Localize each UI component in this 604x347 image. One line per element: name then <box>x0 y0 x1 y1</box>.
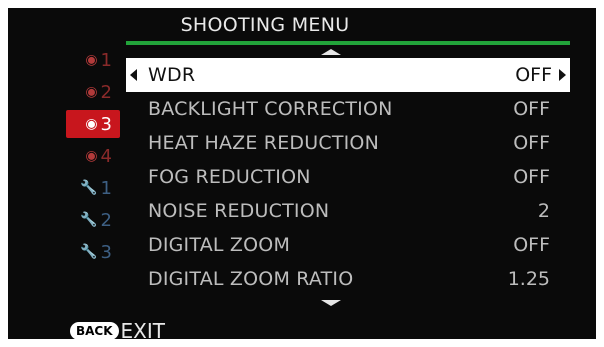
tab-number: 2 <box>100 81 112 103</box>
camera-icon: ◉ <box>85 148 98 164</box>
menu-item-backlight-correction[interactable]: BACKLIGHT CORRECTION OFF <box>126 92 570 126</box>
menu-item-label: NOISE REDUCTION <box>148 200 330 222</box>
back-button[interactable]: BACK <box>70 322 119 339</box>
left-arrow-icon[interactable] <box>130 69 137 81</box>
tab-number: 4 <box>100 145 112 167</box>
menu-item-label: HEAT HAZE REDUCTION <box>148 132 379 154</box>
menu-item-fog-reduction[interactable]: FOG REDUCTION OFF <box>126 160 570 194</box>
camera-icon: ◉ <box>85 84 98 100</box>
menu-item-value: OFF <box>513 166 550 188</box>
menu-title-text: SHOOTING MENU <box>180 14 350 36</box>
tab-number: 2 <box>100 209 112 231</box>
camera-icon: ◉ <box>85 116 98 132</box>
scroll-up-arrow-icon[interactable] <box>321 49 341 55</box>
menu-item-label: DIGITAL ZOOM RATIO <box>148 268 354 290</box>
menu-item-digital-zoom[interactable]: DIGITAL ZOOM OFF <box>126 228 570 262</box>
tab-setup-3[interactable]: 🔧 3 <box>64 238 120 266</box>
menu-item-label: FOG REDUCTION <box>148 166 311 188</box>
menu-tabs: ◉ 1 ◉ 2 ◉ 3 ◉ 4 🔧 1 🔧 2 🔧 3 <box>64 46 120 270</box>
tab-shooting-4[interactable]: ◉ 4 <box>64 142 120 170</box>
tab-setup-1[interactable]: 🔧 1 <box>64 174 120 202</box>
menu-item-value: 1.25 <box>507 268 550 290</box>
right-arrow-icon[interactable] <box>559 69 566 81</box>
scroll-down-arrow-icon[interactable] <box>321 300 341 306</box>
menu-list: WDR OFF BACKLIGHT CORRECTION OFF HEAT HA… <box>126 58 570 296</box>
tab-number: 3 <box>100 113 112 135</box>
menu-item-noise-reduction[interactable]: NOISE REDUCTION 2 <box>126 194 570 228</box>
tab-shooting-1[interactable]: ◉ 1 <box>64 46 120 74</box>
tab-setup-2[interactable]: 🔧 2 <box>64 206 120 234</box>
menu-item-value: 2 <box>537 200 550 222</box>
tab-shooting-3[interactable]: ◉ 3 <box>66 110 120 138</box>
menu-item-value: OFF <box>515 64 552 86</box>
tab-number: 1 <box>100 49 112 71</box>
menu-header-underline <box>126 41 570 45</box>
exit-label: EXIT <box>120 319 165 339</box>
menu-item-digital-zoom-ratio[interactable]: DIGITAL ZOOM RATIO 1.25 <box>126 262 570 296</box>
menu-title: SHOOTING MENU <box>8 14 596 36</box>
wrench-icon: 🔧 <box>80 212 98 228</box>
menu-item-wdr[interactable]: WDR OFF <box>126 58 570 92</box>
wrench-icon: 🔧 <box>80 244 98 260</box>
exit-control[interactable]: BACK EXIT <box>70 319 165 339</box>
menu-item-heat-haze-reduction[interactable]: HEAT HAZE REDUCTION OFF <box>126 126 570 160</box>
menu-item-value: OFF <box>513 234 550 256</box>
wrench-icon: 🔧 <box>80 180 98 196</box>
menu-item-label: WDR <box>148 64 196 86</box>
menu-screen: SHOOTING MENU ◉ 1 ◉ 2 ◉ 3 ◉ 4 🔧 1 🔧 2 🔧 <box>8 8 596 339</box>
menu-item-value: OFF <box>513 98 550 120</box>
tab-number: 3 <box>100 241 112 263</box>
tab-shooting-2[interactable]: ◉ 2 <box>64 78 120 106</box>
menu-item-value: OFF <box>513 132 550 154</box>
menu-item-label: BACKLIGHT CORRECTION <box>148 98 393 120</box>
camera-icon: ◉ <box>85 52 98 68</box>
menu-item-label: DIGITAL ZOOM <box>148 234 291 256</box>
tab-number: 1 <box>100 177 112 199</box>
